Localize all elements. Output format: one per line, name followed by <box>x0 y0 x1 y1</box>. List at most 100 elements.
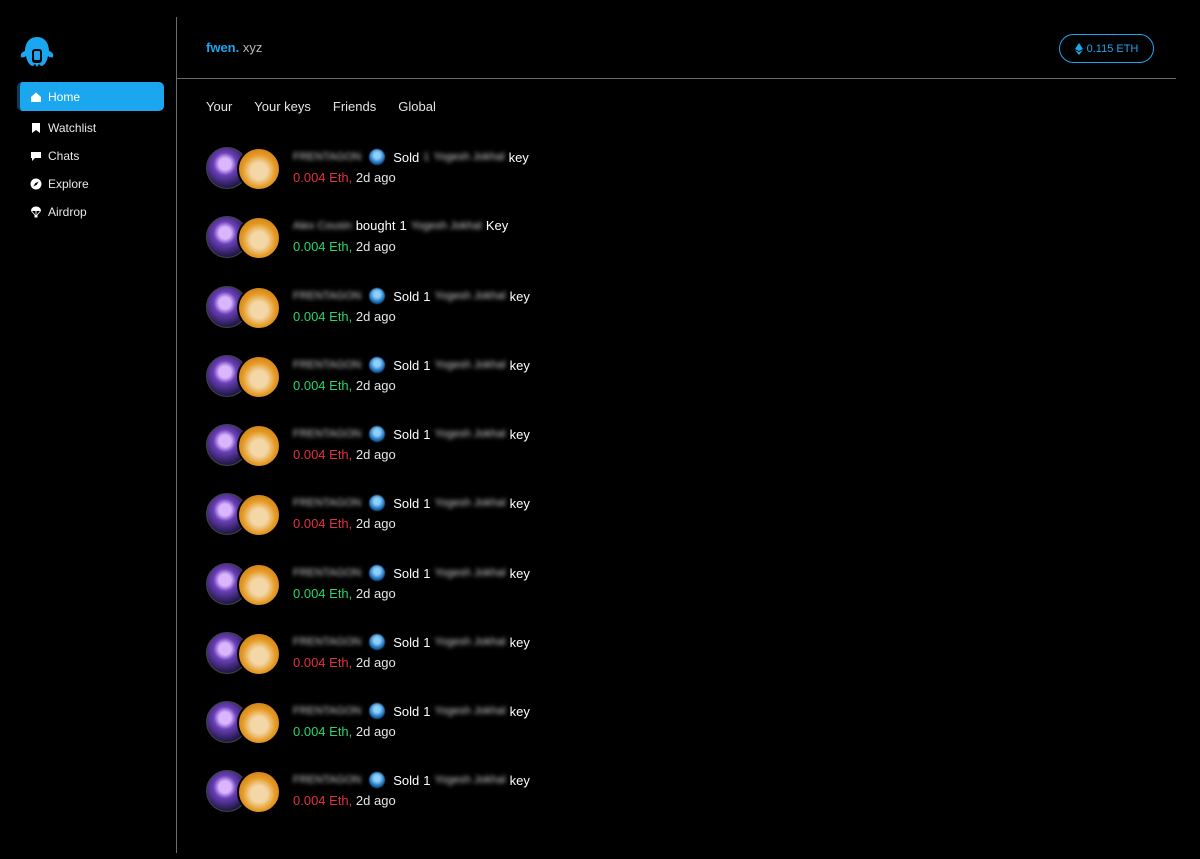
parachute-icon <box>30 206 42 218</box>
trader-name[interactable]: FRENTAGON <box>293 636 361 648</box>
subject-name[interactable]: Yogesh Jokhal <box>435 705 506 717</box>
trader-name[interactable]: FRENTAGON <box>293 774 361 786</box>
subject-name[interactable]: Yogesh Jokhal <box>435 428 506 440</box>
feed-item-headline: FRENTAGON Sold 1 Yogesh Jokhal key <box>293 357 534 373</box>
subject-avatar[interactable] <box>237 632 281 676</box>
feed-item[interactable]: FRENTAGON Sold 1 Yogesh Jokhal key 0.004… <box>206 492 806 548</box>
feed-item-headline: FRENTAGON Sold 1 Yogesh Jokhal key <box>293 426 534 442</box>
key-word: key <box>509 772 530 788</box>
trader-name[interactable]: FRENTAGON <box>293 359 361 371</box>
chat-icon <box>30 150 42 162</box>
subject-name[interactable]: Yogesh Jokhal <box>435 359 506 371</box>
trade-time: 2d ago <box>355 586 396 601</box>
trade-amount: 0.004 Eth, <box>293 724 353 739</box>
feed-item-meta: 0.004 Eth, 2d ago <box>293 655 396 670</box>
trade-amount: 0.004 Eth, <box>293 586 353 601</box>
subject-name[interactable]: Yogesh Jokhal <box>435 290 506 302</box>
feed-item[interactable]: FRENTAGON Sold 1 Yogesh Jokhal key 0.004… <box>206 285 806 341</box>
action-verb: Sold <box>393 634 420 650</box>
trade-quantity: 1 <box>423 703 431 719</box>
trade-amount: 0.004 Eth, <box>293 793 353 808</box>
feed-item-meta: 0.004 Eth, 2d ago <box>293 378 396 393</box>
key-word: Key <box>485 218 509 233</box>
sidebar-item-home[interactable]: Home <box>17 82 164 111</box>
key-word: key <box>509 565 530 581</box>
feed-item[interactable]: Alex Cousin bought 1 Yogesh Jokhal Key 0… <box>206 215 806 271</box>
trader-name[interactable]: FRENTAGON <box>293 151 361 163</box>
subject-avatar[interactable] <box>237 493 281 537</box>
subject-avatar[interactable] <box>237 355 281 399</box>
subject-name[interactable]: Yogesh Jokhal <box>433 151 504 163</box>
feed-item[interactable]: FRENTAGON Sold 1 Yogesh Jokhal key 0.004… <box>206 769 806 825</box>
subject-avatar[interactable] <box>237 147 281 191</box>
feed-item[interactable]: FRENTAGON Sold 1 Yogesh Jokhal key 0.004… <box>206 146 806 202</box>
trader-badge-icon <box>369 357 386 373</box>
trade-quantity: 1 <box>423 495 431 511</box>
trade-amount: 0.004 Eth, <box>293 309 353 324</box>
tab-global[interactable]: Global <box>398 99 436 114</box>
trader-name[interactable]: FRENTAGON <box>293 567 361 579</box>
trade-quantity: 1 <box>423 634 431 650</box>
feed-item-headline: FRENTAGON Sold 1 Yogesh Jokhal key <box>293 772 534 788</box>
sidebar-item-chats[interactable]: Chats <box>17 141 164 170</box>
trade-quantity: 1 <box>423 565 431 581</box>
subject-avatar[interactable] <box>237 563 281 607</box>
trader-name[interactable]: FRENTAGON <box>293 705 361 717</box>
feed-item-headline: FRENTAGON Sold 1 Yogesh Jokhal key <box>293 703 534 719</box>
trade-amount: 0.004 Eth, <box>293 170 353 185</box>
subject-avatar[interactable] <box>237 770 281 814</box>
trade-quantity: 1 <box>399 218 407 233</box>
sidebar-item-explore[interactable]: Explore <box>17 169 164 198</box>
subject-avatar[interactable] <box>237 216 281 260</box>
feed-item[interactable]: FRENTAGON Sold 1 Yogesh Jokhal key 0.004… <box>206 562 806 618</box>
trade-time: 2d ago <box>355 447 396 462</box>
feed-item-meta: 0.004 Eth, 2d ago <box>293 516 396 531</box>
trader-name[interactable]: Alex Cousin <box>293 220 352 232</box>
action-verb: Sold <box>393 495 420 511</box>
action-verb: Sold <box>393 288 420 304</box>
ghost-logo-icon[interactable] <box>20 36 54 68</box>
subject-name[interactable]: Yogesh Jokhal <box>435 774 506 786</box>
trader-badge-icon <box>369 703 386 719</box>
trade-quantity: 1 <box>423 288 431 304</box>
subject-avatar[interactable] <box>237 286 281 330</box>
subject-name[interactable]: Yogesh Jokhal <box>435 636 506 648</box>
action-verb: Sold <box>393 149 420 165</box>
trade-amount: 0.004 Eth, <box>293 447 353 462</box>
tab-your[interactable]: Your <box>206 99 232 114</box>
trader-name[interactable]: FRENTAGON <box>293 290 361 302</box>
tab-friends[interactable]: Friends <box>333 99 376 114</box>
action-verb: Sold <box>393 703 420 719</box>
tab-your-keys[interactable]: Your keys <box>254 99 311 114</box>
feed-item-headline: Alex Cousin bought 1 Yogesh Jokhal Key <box>293 218 512 233</box>
subject-name[interactable]: Yogesh Jokhal <box>435 567 506 579</box>
subject-avatar[interactable] <box>237 424 281 468</box>
feed-item[interactable]: FRENTAGON Sold 1 Yogesh Jokhal key 0.004… <box>206 700 806 756</box>
subject-avatar[interactable] <box>237 701 281 745</box>
key-word: key <box>508 149 529 165</box>
eth-balance: 0.115 ETH <box>1086 42 1139 55</box>
trade-time: 2d ago <box>355 170 396 185</box>
action-verb: Sold <box>393 772 420 788</box>
feed-item[interactable]: FRENTAGON Sold 1 Yogesh Jokhal key 0.004… <box>206 423 806 479</box>
key-word: key <box>509 288 530 304</box>
feed-item-meta: 0.004 Eth, 2d ago <box>293 724 396 739</box>
brand[interactable]: fwen. xyz <box>206 40 262 55</box>
feed-item[interactable]: FRENTAGON Sold 1 Yogesh Jokhal key 0.004… <box>206 631 806 687</box>
sidebar-item-airdrop[interactable]: Airdrop <box>17 197 164 226</box>
feed-item[interactable]: FRENTAGON Sold 1 Yogesh Jokhal key 0.004… <box>206 354 806 410</box>
eth-balance-button[interactable]: 0.115 ETH <box>1059 34 1154 63</box>
key-word: key <box>509 426 530 442</box>
feed-item-meta: 0.004 Eth, 2d ago <box>293 447 396 462</box>
sidebar-divider <box>176 17 177 853</box>
subject-name[interactable]: Yogesh Jokhal <box>435 497 506 509</box>
feed-tabs: Your Your keys Friends Global <box>206 99 458 114</box>
trader-name[interactable]: FRENTAGON <box>293 497 361 509</box>
trade-time: 2d ago <box>355 516 396 531</box>
trader-name[interactable]: FRENTAGON <box>293 428 361 440</box>
subject-name[interactable]: Yogesh Jokhal <box>411 220 482 232</box>
feed-item-headline: FRENTAGON Sold 1 Yogesh Jokhal key <box>293 565 534 581</box>
compass-icon <box>30 178 42 190</box>
header-divider <box>177 78 1176 79</box>
sidebar-item-watchlist[interactable]: Watchlist <box>17 113 164 142</box>
